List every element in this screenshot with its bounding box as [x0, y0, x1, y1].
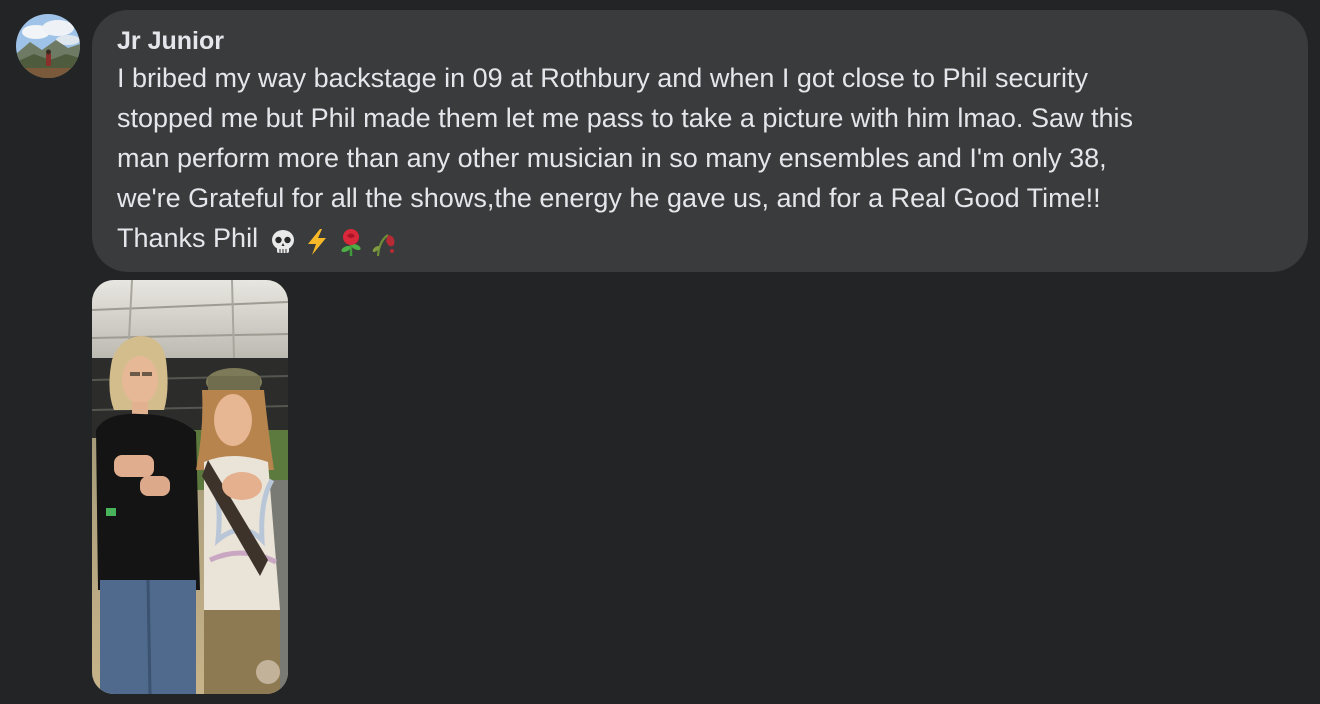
- rose-emoji-icon: [336, 227, 366, 257]
- attached-photo[interactable]: [92, 280, 288, 694]
- comment-text-line: stopped me but Phil made them let me pas…: [117, 103, 1133, 133]
- comment-text-line: I bribed my way backstage in 09 at Rothb…: [117, 63, 1089, 93]
- comment-thread: Jr Junior I bribed my way backstage in 0…: [0, 0, 1320, 704]
- avatar-image: [16, 14, 80, 78]
- wilted-rose-emoji-icon: [370, 227, 400, 257]
- lightning-emoji-icon: [302, 227, 332, 257]
- comment-bubble: Jr Junior I bribed my way backstage in 0…: [92, 10, 1308, 272]
- comment-text-line: man perform more than any other musician…: [117, 143, 1107, 173]
- emoji-row: [268, 220, 404, 260]
- comment-last-line: Thanks Phil: [117, 218, 1284, 260]
- skull-emoji-icon: [268, 227, 298, 257]
- comment-text-line: Thanks Phil: [117, 223, 259, 253]
- author-avatar[interactable]: [16, 14, 80, 78]
- author-name[interactable]: Jr Junior: [117, 24, 1284, 58]
- photo-image: [92, 280, 288, 694]
- comment-text-line: we're Grateful for all the shows,the ene…: [117, 183, 1101, 213]
